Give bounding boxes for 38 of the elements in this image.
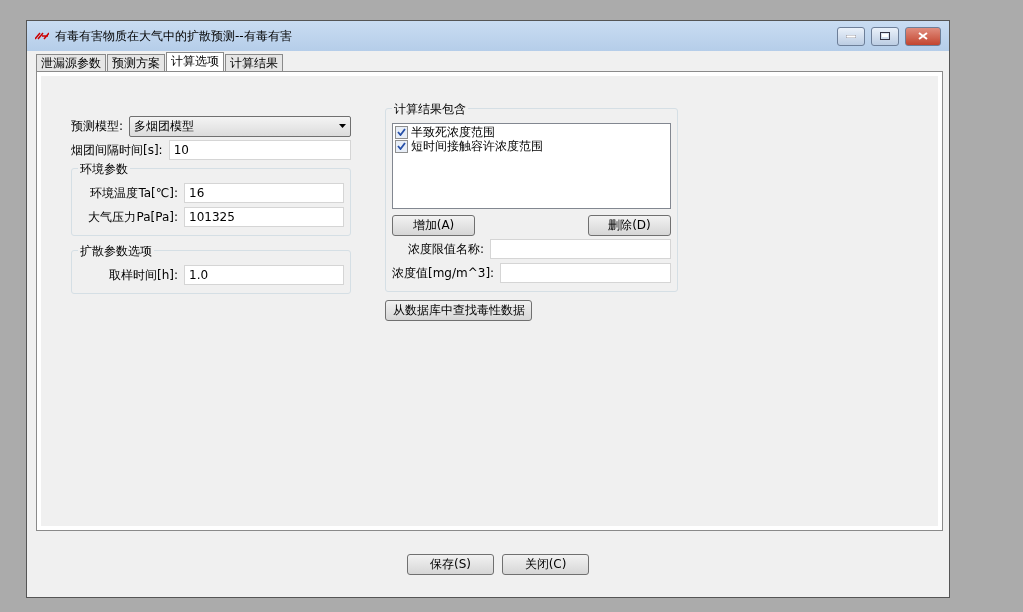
add-button[interactable]: 增加(A) <box>392 214 475 236</box>
app-logo-icon <box>35 32 49 40</box>
input-field[interactable] <box>500 263 671 283</box>
field-label: 浓度限值名称: <box>406 240 484 258</box>
field-label: 大气压力Pa[Pa]: <box>87 208 178 226</box>
footer-button[interactable]: 保存(S) <box>407 553 494 575</box>
minimize-icon <box>846 34 856 38</box>
input-field[interactable]: 16 <box>184 183 344 203</box>
group-title: 扩散参数选项 <box>78 243 154 260</box>
lookup-button[interactable]: 从数据库中查找毒性数据 <box>385 300 532 321</box>
maximize-button[interactable] <box>871 26 899 46</box>
input-field[interactable]: 101325 <box>184 207 344 227</box>
field-label: 烟团间隔时间[s]: <box>71 141 163 159</box>
minimize-button[interactable] <box>837 26 865 46</box>
tab[interactable]: 计算结果 <box>225 54 283 71</box>
field-label: 环境温度Ta[℃]: <box>89 184 178 202</box>
caret-icon <box>339 124 346 128</box>
tab[interactable]: 预测方案 <box>107 54 165 71</box>
group-title: 环境参数 <box>78 161 130 178</box>
delete-button[interactable]: 删除(D) <box>588 214 671 236</box>
maximize-icon <box>880 32 890 40</box>
input-field[interactable]: 1.0 <box>184 265 344 285</box>
window-title: 有毒有害物质在大气中的扩散预测--有毒有害 <box>55 27 293 45</box>
checkbox[interactable] <box>395 125 408 139</box>
group-title: 计算结果包含 <box>392 101 468 118</box>
model-dropdown[interactable]: 多烟团模型 <box>129 115 351 137</box>
field-label: 浓度值[mg/m^3]: <box>392 264 495 282</box>
input-field[interactable] <box>490 239 671 259</box>
close-button[interactable] <box>905 26 941 46</box>
checkbox[interactable] <box>395 139 408 153</box>
field-label: 预测模型: <box>71 117 124 135</box>
input-field[interactable]: 10 <box>168 140 351 160</box>
footer-button[interactable]: 关闭(C) <box>502 553 589 575</box>
tab[interactable]: 计算选项 <box>166 52 224 71</box>
field-label: 取样时间[h]: <box>108 266 178 284</box>
tab[interactable]: 泄漏源参数 <box>36 54 106 71</box>
result-list[interactable]: 半致死浓度范围 短时间接触容许浓度范围 <box>392 123 671 209</box>
close-icon <box>918 32 928 40</box>
